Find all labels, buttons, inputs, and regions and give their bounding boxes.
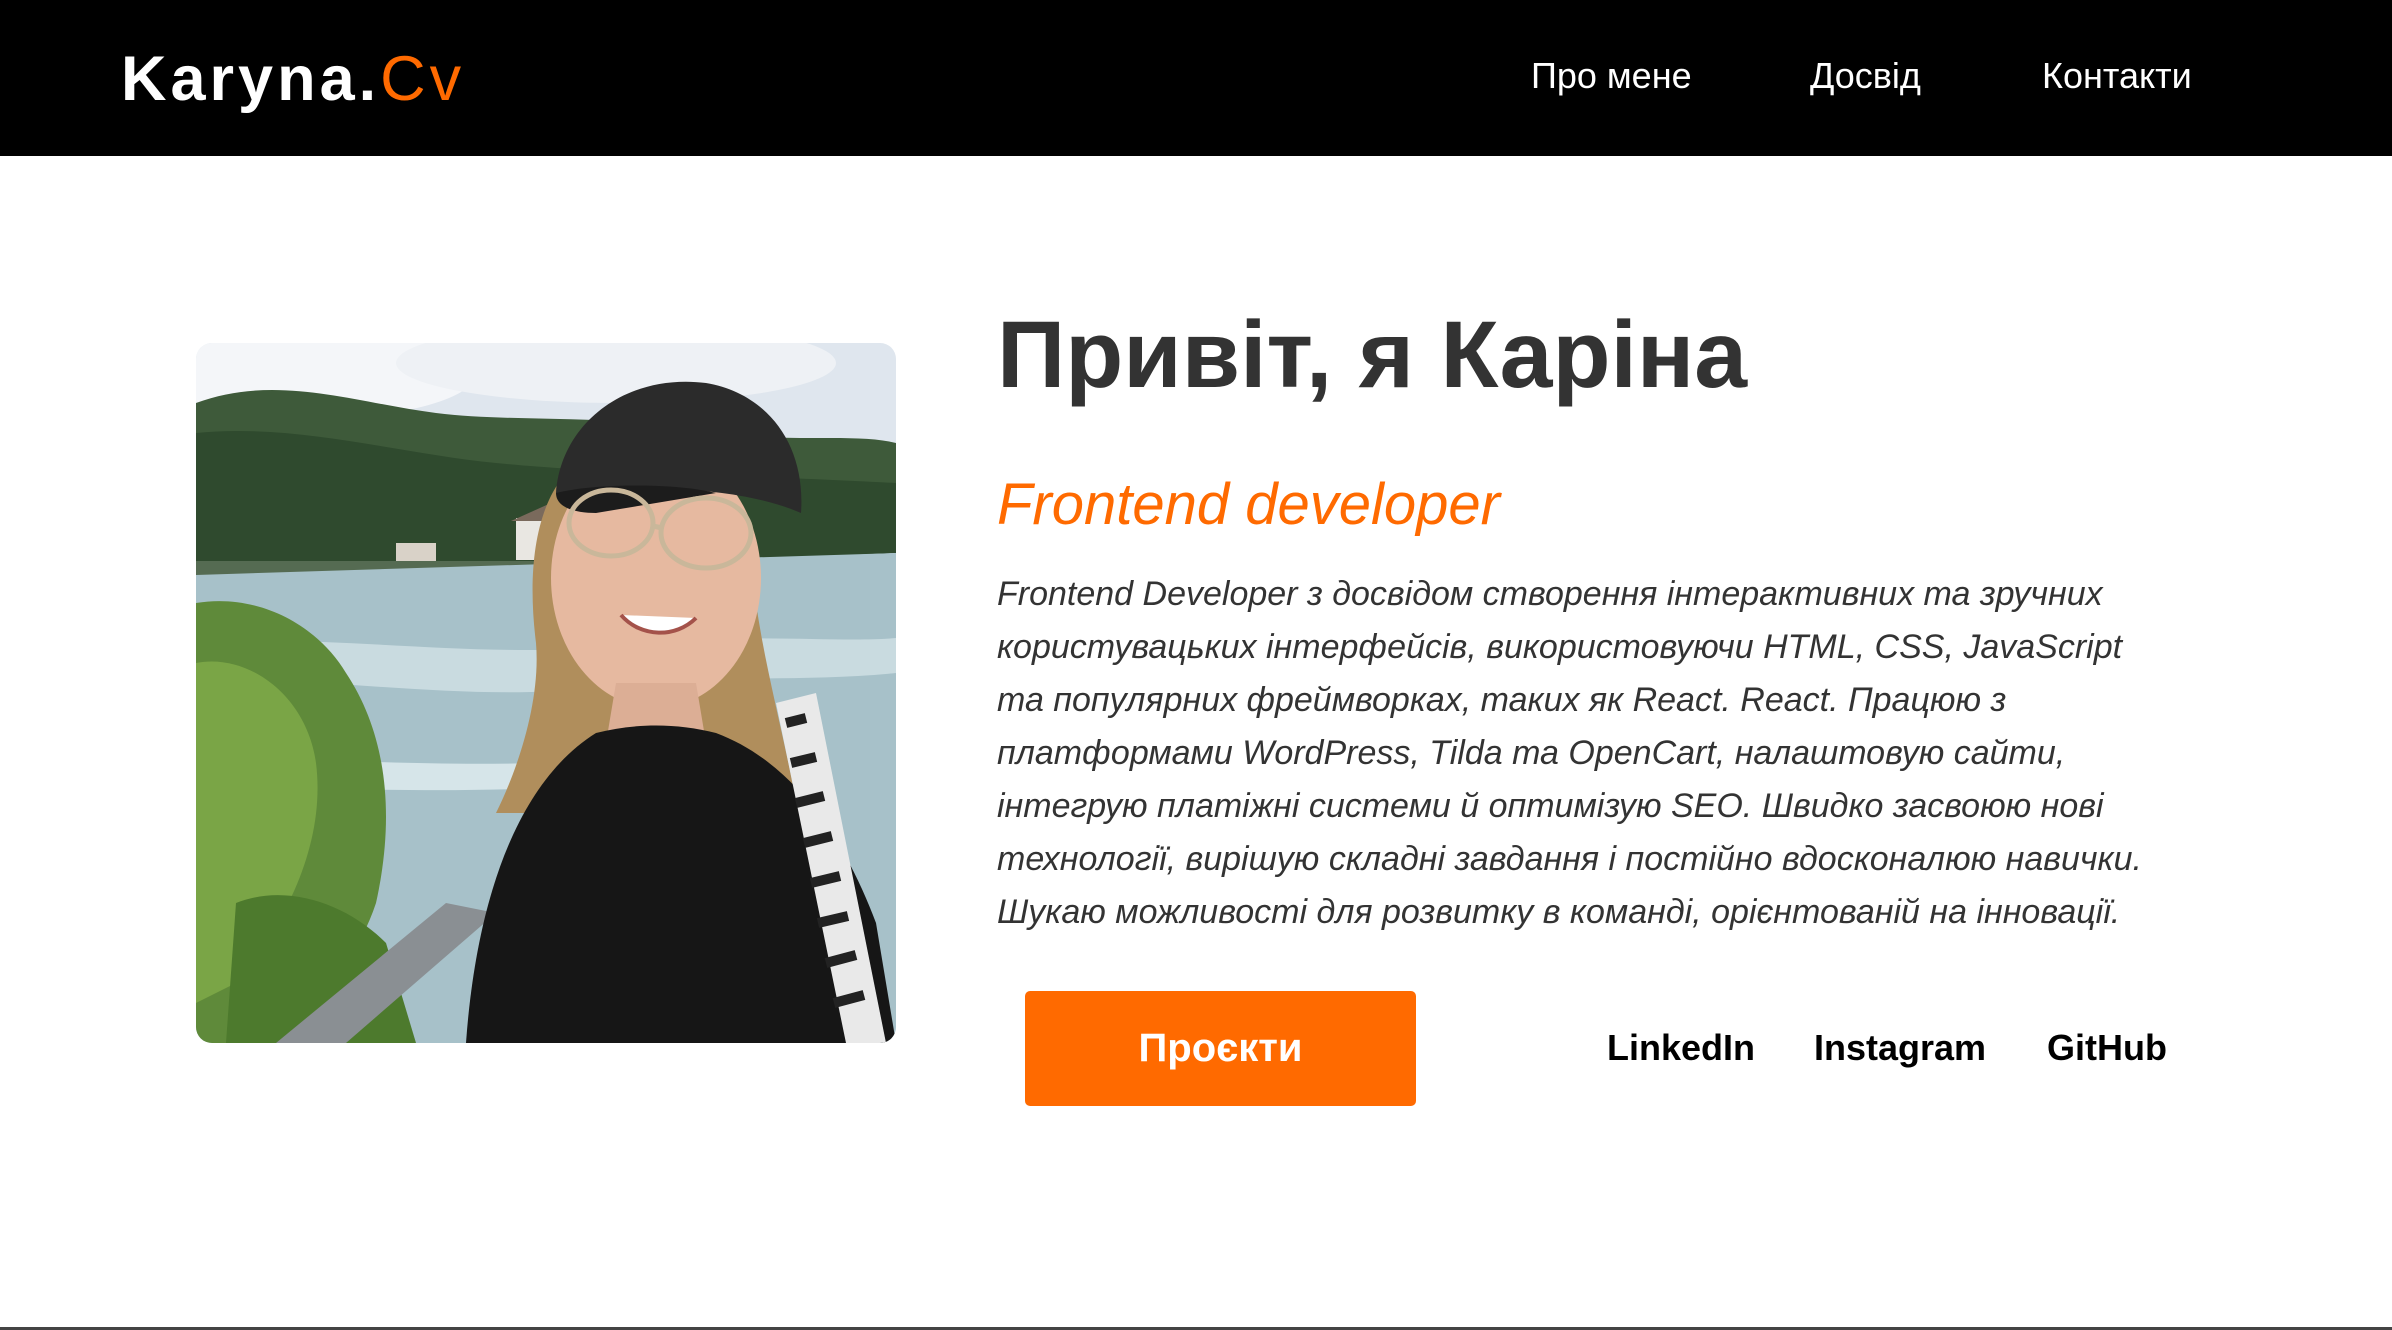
description-line: та популярних фреймворках, таких як Reac… xyxy=(997,681,2007,719)
description-line: інтегрую платіжні системи й оптимізую SE… xyxy=(997,787,2104,825)
projects-button[interactable]: Проєкти xyxy=(1025,991,1416,1106)
nav-link-contacts[interactable]: Контакти xyxy=(2042,52,2192,100)
hero-title: Привіт, я Каріна xyxy=(997,302,1748,408)
instagram-link[interactable]: Instagram xyxy=(1814,1024,1986,1072)
description-line: Frontend Developer з досвідом створення … xyxy=(997,575,2103,613)
description-line: Шукаю можливості для розвитку в команді,… xyxy=(997,893,2121,931)
site-logo[interactable]: Karyna.Cv xyxy=(121,40,465,118)
hero-description: Frontend Developer з досвідом створення … xyxy=(997,568,2217,939)
description-line: технології, вирішую складні завдання і п… xyxy=(997,840,2142,878)
nav-link-about[interactable]: Про мене xyxy=(1531,52,1692,100)
github-link[interactable]: GitHub xyxy=(2047,1024,2167,1072)
nav-link-experience[interactable]: Досвід xyxy=(1810,52,1921,100)
description-line: платформами WordPress, Tilda та OpenCart… xyxy=(997,734,2066,772)
profile-photo xyxy=(196,343,896,1043)
logo-accent-text: Cv xyxy=(380,44,466,114)
logo-main-text: Karyna. xyxy=(121,44,381,114)
description-line: користувацьких інтерфейсів, використовую… xyxy=(997,628,2123,666)
hero-subtitle: Frontend developer xyxy=(997,472,1500,537)
profile-photo-image xyxy=(196,343,896,1043)
linkedin-link[interactable]: LinkedIn xyxy=(1607,1024,1755,1072)
site-header: Karyna.Cv Про мене Досвід Контакти xyxy=(0,0,2392,156)
